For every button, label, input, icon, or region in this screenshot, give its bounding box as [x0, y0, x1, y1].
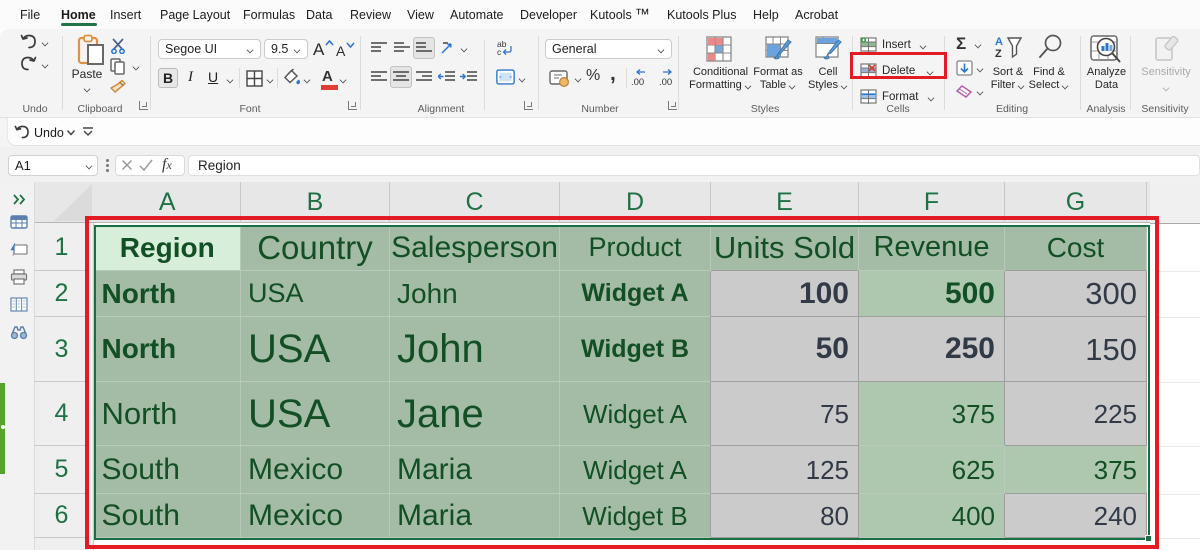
svg-text:Z: Z	[995, 48, 1002, 59]
svg-text:A: A	[995, 36, 1003, 48]
svg-text:.00: .00	[631, 77, 644, 88]
svg-text:.00: .00	[659, 77, 672, 88]
